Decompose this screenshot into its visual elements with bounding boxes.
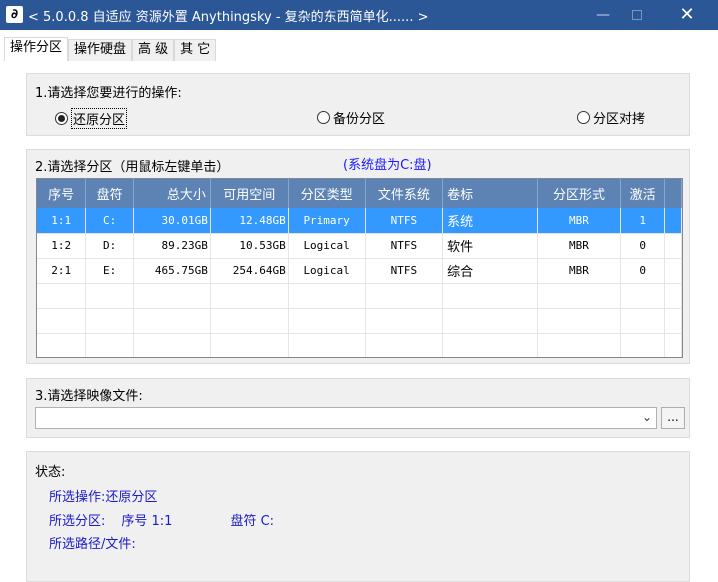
main-client-area: 操作分区 操作硬盘 高 级 其 它 1.请选择您要进行的操作: 还原分区 备份分… [0,30,718,582]
column-header[interactable]: 文件系统 [365,179,444,208]
column-header[interactable]: 卷标 [442,179,538,208]
column-header[interactable]: 激活 [620,179,666,208]
partition-table: 序号 盘符 总大小 可用空间 分区类型 文件系统 卷标 分区形式 激活 1:1 … [37,179,682,357]
image-file-combobox[interactable]: ⌄ [35,407,657,429]
radio-backup[interactable]: 备份分区 [317,108,385,127]
cell-type: Logical [288,258,366,284]
cell-free: 10.53GB [210,233,289,259]
cell-type: Primary [288,208,366,234]
cell-fs: NTFS [365,258,444,284]
partition-list[interactable]: 序号 盘符 总大小 可用空间 分区类型 文件系统 卷标 分区形式 激活 1:1 … [36,178,683,358]
window-title: < 5.0.0.8 自适应 资源外置 Anythingsky - 复杂的东西简单… [28,10,429,25]
radio-restore[interactable]: 还原分区 [55,108,128,129]
status-group: 状态: 所选操作:还原分区 所选分区: 序号 1:1 盘符 C: 所选路径/文件: [26,451,690,582]
status-partition-label: 所选分区: [49,514,106,529]
column-header[interactable]: 分区形式 [537,179,622,208]
cell-total: 89.23GB [133,233,211,259]
status-label: 状态: [35,465,66,480]
cell-style: MBR [537,208,622,234]
maximize-button[interactable] [614,0,660,30]
browse-button[interactable]: ... [661,407,685,429]
cell-drive: D: [85,233,135,259]
image-file-group: 3.请选择映像文件: ⌄ ... [26,378,690,438]
cell-fs: NTFS [365,208,444,234]
column-header-filler [664,179,682,208]
radio-checked-icon [55,112,68,125]
table-row[interactable]: 1:1 C: 30.01GB 12.48GB Primary NTFS 系统 M… [37,208,682,234]
maximize-icon [632,10,642,20]
cell-active: 0 [620,258,666,284]
partition-title: 2.请选择分区（用鼠标左键单击） [35,160,230,175]
empty-row [37,283,682,309]
radio-copy-label: 分区对拷 [593,112,646,127]
cell-fs: NTFS [365,233,444,259]
cell-style: MBR [537,233,622,259]
image-file-title: 3.请选择映像文件: [35,389,143,404]
table-row[interactable]: 2:1 E: 465.75GB 254.64GB Logical NTFS 综合… [37,258,682,284]
cell-active: 1 [620,208,666,234]
table-header: 序号 盘符 总大小 可用空间 分区类型 文件系统 卷标 分区形式 激活 [37,179,682,208]
cell-filler [664,233,682,259]
tab-other[interactable]: 其 它 [174,39,217,61]
status-partition-drive: 盘符 C: [230,514,275,529]
status-path-label: 所选路径/文件: [49,537,136,552]
status-partition-no: 序号 1:1 [121,514,173,529]
tab-disk[interactable]: 操作硬盘 [68,39,133,61]
column-header[interactable]: 分区类型 [288,179,366,208]
cell-total: 30.01GB [133,208,211,234]
cell-free: 12.48GB [210,208,289,234]
column-header[interactable]: 可用空间 [210,179,289,208]
chevron-down-icon[interactable]: ⌄ [642,410,652,424]
cell-active: 0 [620,233,666,259]
cell-drive: C: [85,208,135,234]
title-bar: ∂ < 5.0.0.8 自适应 资源外置 Anythingsky - 复杂的东西… [0,0,718,30]
partition-group: 2.请选择分区（用鼠标左键单击） (系统盘为C:盘) 序号 盘符 总大小 可用空… [26,149,690,364]
cell-label: 系统 [442,208,538,234]
close-button[interactable]: ✕ [664,0,710,30]
cell-drive: E: [85,258,135,284]
cell-label: 综合 [442,258,538,284]
cell-free: 254.64GB [210,258,289,284]
radio-copy[interactable]: 分区对拷 [577,108,645,127]
system-drive-hint: (系统盘为C:盘) [343,158,432,173]
cell-type: Logical [288,233,366,259]
tab-strip: 操作分区 操作硬盘 高 级 其 它 [4,37,217,61]
cell-style: MBR [537,258,622,284]
column-header[interactable]: 总大小 [133,179,211,208]
radio-backup-label: 备份分区 [333,112,386,127]
cell-no: 1:1 [37,208,87,234]
cell-total: 465.75GB [133,258,211,284]
status-operation-value: 还原分区 [105,490,158,505]
cell-label: 软件 [442,233,538,259]
cell-filler [664,208,682,234]
tab-partition[interactable]: 操作分区 [4,37,69,61]
table-row[interactable]: 1:2 D: 89.23GB 10.53GB Logical NTFS 软件 M… [37,233,682,259]
status-operation-label: 所选操作: [49,490,106,505]
app-icon[interactable]: ∂ [6,6,23,23]
empty-row [37,333,682,357]
status-partition: 所选分区: 序号 1:1 盘符 C: [49,510,274,529]
radio-unchecked-icon [317,111,330,124]
operation-title: 1.请选择您要进行的操作: [35,86,182,101]
cell-filler [664,258,682,284]
cell-no: 1:2 [37,233,87,259]
tab-advanced[interactable]: 高 级 [132,39,175,61]
status-operation: 所选操作:还原分区 [49,486,157,505]
column-header[interactable]: 盘符 [85,179,135,208]
column-header[interactable]: 序号 [37,179,87,208]
radio-unchecked-icon [577,111,590,124]
status-path: 所选路径/文件: [49,533,136,552]
empty-row [37,308,682,334]
radio-restore-label: 还原分区 [71,108,128,129]
operation-group: 1.请选择您要进行的操作: 还原分区 备份分区 分区对拷 [26,73,690,136]
cell-no: 2:1 [37,258,87,284]
